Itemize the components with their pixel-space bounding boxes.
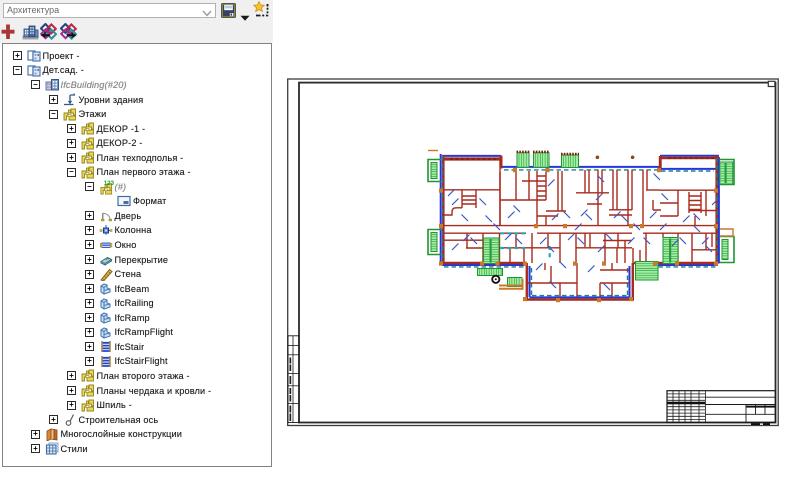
svg-text:123: 123 [103,180,113,187]
